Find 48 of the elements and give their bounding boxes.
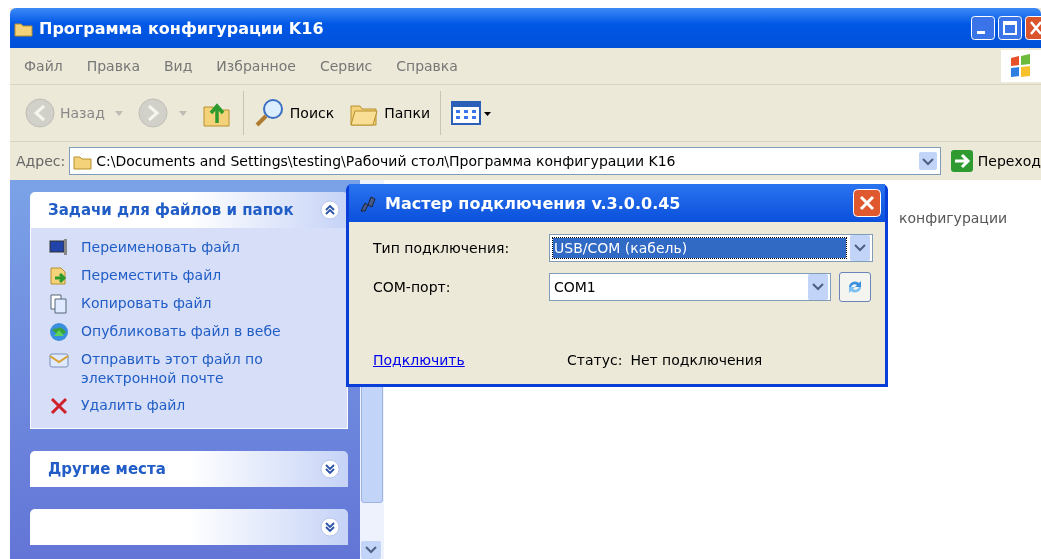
dialog-title: Мастер подключения v.3.0.0.45: [385, 193, 681, 213]
address-field[interactable]: C:\Documents and Settings\testing\Рабочий стол\Программа конфигурации K16: [69, 147, 941, 175]
close-icon: [1025, 16, 1041, 40]
menu-item[interactable]: Справка: [396, 58, 458, 74]
task-link[interactable]: Копировать файл: [81, 294, 212, 313]
task-panel-header[interactable]: Задачи для файлов и папок: [30, 192, 348, 228]
folders-button[interactable]: Папки: [344, 95, 434, 131]
envelope-icon: [49, 350, 69, 370]
move-file-icon: [49, 266, 69, 286]
forward-icon: [136, 97, 169, 129]
task-link[interactable]: Переместить файл: [81, 266, 222, 285]
windows-logo-icon: [1001, 50, 1041, 82]
task-link[interactable]: Отправить этот файл по электронной почте: [81, 350, 337, 388]
task-link[interactable]: Опубликовать файл в вебе: [81, 322, 281, 341]
refresh-button[interactable]: [839, 272, 871, 302]
dropdown-field[interactable]: COM1: [549, 273, 831, 301]
field-label: Тип подключения:: [373, 240, 511, 256]
field-label: COM-порт:: [373, 279, 452, 295]
dropdown-field[interactable]: USB/COM (кабель): [549, 234, 873, 262]
close-icon: [853, 189, 881, 217]
task-panel-header[interactable]: Другие места: [30, 451, 348, 487]
copy-file-icon: [49, 294, 69, 314]
menu-item[interactable]: Сервис: [319, 58, 373, 74]
monitor-icon: [49, 238, 69, 258]
search-icon: [253, 97, 286, 129]
minimize-icon: [971, 16, 995, 40]
connect-link[interactable]: Подключить: [373, 352, 567, 368]
address-label: Адрес:: [16, 153, 66, 169]
task-link[interactable]: Удалить файл: [81, 396, 186, 415]
delete-x-icon: [49, 396, 69, 416]
maximize-icon: [998, 16, 1022, 40]
menu-item[interactable]: Правка: [86, 58, 140, 74]
task-link[interactable]: Переименовать файл: [81, 238, 240, 257]
dropdown-caret-icon: [114, 110, 123, 116]
go-arrow-icon: [950, 150, 973, 172]
menu-item[interactable]: Файл: [24, 58, 63, 74]
status-label: Статус:: [567, 352, 623, 368]
status-value: Нет подключения: [630, 352, 763, 368]
globe-icon: [49, 322, 69, 342]
dropdown-caret-icon: [178, 110, 187, 116]
file-name[interactable]: конфигурации: [899, 210, 1008, 226]
go-button[interactable]: Переход: [944, 150, 1041, 172]
scroll-down-icon: [361, 541, 381, 559]
menu-item[interactable]: Вид: [163, 58, 193, 74]
window-title: Программа конфигурации K16: [39, 18, 324, 38]
menu-item[interactable]: Избранное: [216, 58, 296, 74]
search-button[interactable]: Поиск: [249, 95, 339, 131]
back-icon: [24, 97, 56, 129]
